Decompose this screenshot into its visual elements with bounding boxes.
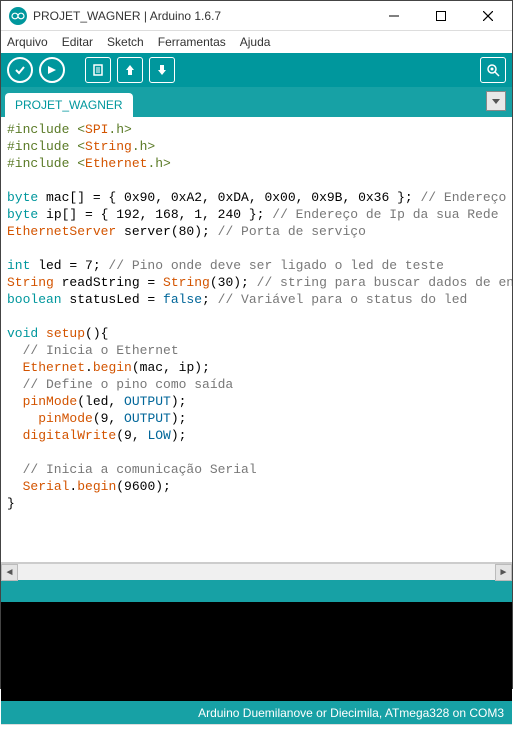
code-editor[interactable]: #include <SPI.h> #include <String.h> #in… — [1, 117, 512, 563]
tab-main[interactable]: PROJET_WAGNER — [5, 93, 133, 117]
open-button[interactable] — [117, 57, 143, 83]
resize-footer — [1, 724, 512, 731]
serial-monitor-button[interactable] — [480, 57, 506, 83]
status-message-bar — [1, 580, 512, 602]
close-button[interactable] — [465, 2, 510, 30]
menu-arquivo[interactable]: Arquivo — [7, 35, 48, 49]
menu-ferramentas[interactable]: Ferramentas — [158, 35, 226, 49]
minimize-button[interactable] — [371, 2, 416, 30]
menu-sketch[interactable]: Sketch — [107, 35, 144, 49]
tabbar: PROJET_WAGNER — [1, 87, 512, 117]
output-console[interactable] — [1, 602, 512, 701]
menu-editar[interactable]: Editar — [62, 35, 93, 49]
maximize-button[interactable] — [418, 2, 463, 30]
menu-ajuda[interactable]: Ajuda — [240, 35, 271, 49]
arduino-logo-icon — [9, 7, 27, 25]
board-status-bar: Arduino Duemilanove or Diecimila, ATmega… — [1, 701, 512, 724]
tab-dropdown-button[interactable] — [486, 91, 506, 111]
editor-h-scrollbar[interactable]: ◄ ► — [1, 563, 512, 580]
titlebar: PROJET_WAGNER | Arduino 1.6.7 — [1, 1, 512, 31]
window-title: PROJET_WAGNER | Arduino 1.6.7 — [33, 9, 371, 23]
board-info: Arduino Duemilanove or Diecimila, ATmega… — [198, 706, 504, 720]
menubar: Arquivo Editar Sketch Ferramentas Ajuda — [1, 31, 512, 53]
scroll-right-icon[interactable]: ► — [495, 564, 512, 581]
save-button[interactable] — [149, 57, 175, 83]
scroll-left-icon[interactable]: ◄ — [1, 564, 18, 581]
toolbar — [1, 53, 512, 87]
upload-button[interactable] — [39, 57, 65, 83]
new-button[interactable] — [85, 57, 111, 83]
verify-button[interactable] — [7, 57, 33, 83]
